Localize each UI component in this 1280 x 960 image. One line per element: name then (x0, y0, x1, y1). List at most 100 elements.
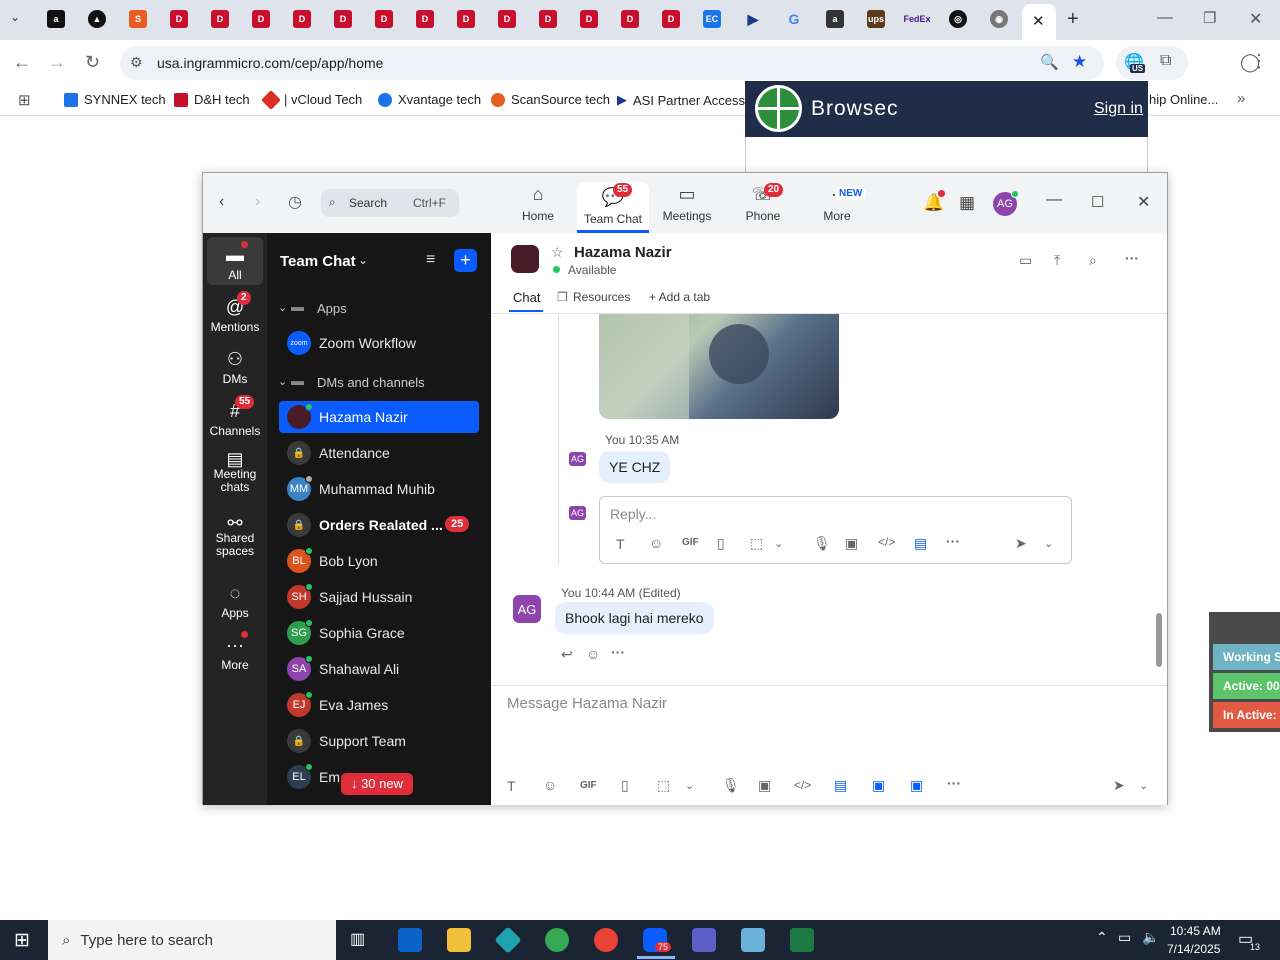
more-actions-icon[interactable]: ··· (611, 644, 625, 660)
app-icon[interactable]: ▣ (872, 777, 885, 794)
minimize-icon[interactable]: — (1157, 9, 1173, 27)
add-reaction-icon[interactable]: ☺ (586, 646, 600, 662)
app-icon[interactable]: ▤ (834, 777, 847, 794)
section-chevron-icon[interactable]: ⌄ (278, 375, 287, 388)
forward-icon[interactable]: › (255, 193, 260, 211)
send-icon[interactable]: ➤ (1113, 777, 1125, 794)
more-options-icon[interactable]: ··· (1125, 250, 1139, 266)
url-text[interactable]: usa.ingrammicro.com/cep/app/home (157, 55, 383, 71)
bookmark-dh[interactable]: D&H tech (174, 92, 250, 107)
compose-placeholder[interactable]: Message Hazama Nazir (507, 695, 667, 712)
tab-synnex-icon[interactable]: EC (703, 10, 721, 28)
app-icon[interactable]: ▤ (914, 535, 927, 552)
scrollbar-thumb[interactable] (1156, 613, 1162, 667)
bookmark-online[interactable]: hip Online... (1149, 92, 1218, 107)
list-item-sajjad-hussain[interactable]: SH Sajjad Hussain (279, 581, 479, 613)
user-avatar[interactable]: AG (993, 190, 1019, 216)
close-icon[interactable]: ✕ (1137, 192, 1150, 212)
app-icon[interactable]: ▣ (910, 777, 923, 794)
format-text-icon[interactable]: T (507, 778, 516, 794)
tab-asi-icon[interactable]: ▶ (744, 10, 762, 28)
more-icon[interactable]: ··· (947, 775, 961, 791)
back-icon[interactable]: ← (13, 52, 31, 73)
tab-chrome-icon[interactable]: ◉ (990, 10, 1008, 28)
tab-dh-icon[interactable]: D (498, 10, 516, 28)
chevron-down-icon[interactable]: ⌄ (685, 779, 694, 792)
tab-dh-icon[interactable]: D (334, 10, 352, 28)
subtab-add[interactable]: + Add a tab (649, 290, 710, 304)
clock-date[interactable]: 7/14/2025 (1167, 942, 1220, 956)
tab-phone[interactable]: ☏ Phone (739, 173, 787, 233)
windows-start-icon[interactable]: ⊞ (14, 929, 30, 952)
chevron-down-icon[interactable]: ⌄ (1139, 779, 1148, 792)
section-dms[interactable]: DMs and channels (317, 375, 425, 390)
rail-meeting-chats[interactable]: ▤ Meeting chats (207, 450, 263, 494)
chevron-down-icon[interactable]: ⌄ (358, 253, 368, 267)
video-call-icon[interactable]: ▭ (1019, 252, 1032, 269)
tab-dh-icon[interactable]: D (580, 10, 598, 28)
reload-icon[interactable]: ↻ (85, 52, 100, 73)
task-view-icon[interactable]: ▥ (350, 929, 365, 949)
rail-apps[interactable]: ◌ Apps (207, 583, 263, 620)
contact-name[interactable]: Hazama Nazir (574, 244, 672, 261)
back-icon[interactable]: ‹ (219, 193, 224, 211)
rail-shared-spaces[interactable]: ⚯ Shared spaces (207, 514, 263, 558)
tab-ups-icon[interactable]: ups (867, 10, 885, 28)
list-title[interactable]: Team Chat (280, 253, 356, 270)
more-icon[interactable]: ··· (946, 533, 960, 549)
address-bar[interactable]: ⚙ usa.ingrammicro.com/cep/app/home 🔍 ★ (120, 46, 1104, 80)
screenshot-icon[interactable]: ⬚ (750, 535, 763, 552)
new-chat-button[interactable]: + (454, 249, 477, 272)
rail-dms[interactable]: ⚇ DMs (207, 349, 263, 386)
emoji-icon[interactable]: ☺ (649, 535, 663, 551)
list-item-zoom-workflow[interactable]: zoom Zoom Workflow (279, 327, 479, 359)
list-item-muhammad-muhib[interactable]: MM Muhammad Muhib (279, 473, 479, 505)
tab-dh-icon[interactable]: D (416, 10, 434, 28)
tab-dh-icon[interactable]: D (457, 10, 475, 28)
microphone-icon[interactable]: 🎙 (722, 777, 740, 794)
code-icon[interactable]: </> (794, 778, 811, 792)
notepad-icon[interactable] (741, 928, 765, 952)
bookmark-xvantage[interactable]: Xvantage tech (378, 92, 481, 107)
microphone-icon[interactable]: 🎙 (813, 535, 831, 552)
image-attachment[interactable] (599, 314, 839, 419)
bookmark-star-icon[interactable]: ★ (1072, 52, 1087, 72)
teams-icon[interactable] (692, 928, 716, 952)
list-item-support-team[interactable]: 🔒 Support Team (279, 725, 479, 757)
tab-scansource-icon[interactable]: S (129, 10, 147, 28)
list-item-sophia-grace[interactable]: SG Sophia Grace (279, 617, 479, 649)
format-text-icon[interactable]: T (616, 536, 625, 552)
chevron-down-icon[interactable]: ⌄ (774, 537, 783, 550)
sign-in-link[interactable]: Sign in (1094, 100, 1143, 118)
section-chevron-icon[interactable]: ⌄ (278, 301, 287, 314)
tab-app-icon[interactable]: ▲ (88, 10, 106, 28)
history-icon[interactable]: ◷ (288, 192, 302, 212)
message-bubble[interactable]: Bhook lagi hai mereko (555, 602, 714, 634)
tab-dh-icon[interactable]: D (662, 10, 680, 28)
chevron-up-icon[interactable]: ⌃ (1096, 929, 1108, 946)
minimize-icon[interactable]: — (1046, 191, 1062, 209)
bookmark-synnex[interactable]: SYNNEX tech (64, 92, 166, 107)
message-bubble[interactable]: YE CHZ (599, 451, 671, 483)
tab-meetings[interactable]: ▭ Meetings (659, 173, 715, 233)
tab-dh-icon[interactable]: D (539, 10, 557, 28)
site-info-icon[interactable]: ⚙ (130, 54, 143, 71)
apps-grid-icon[interactable]: ⊞ (18, 91, 31, 109)
filter-icon[interactable]: ≡ (426, 251, 435, 269)
outlook-icon[interactable] (398, 928, 422, 952)
tab-amazon-icon[interactable]: a (47, 10, 65, 28)
tab-dh-icon[interactable]: D (293, 10, 311, 28)
emoji-icon[interactable]: ☺ (543, 777, 557, 793)
code-icon[interactable]: </> (878, 535, 895, 549)
bookmark-asi[interactable]: ▶ ASI Partner Access t... (617, 92, 745, 108)
tab-search-icon[interactable]: ⌄ (10, 10, 20, 24)
tab-home[interactable]: ⌂ Home (513, 173, 563, 233)
bookmark-scansource[interactable]: ScanSource tech (491, 92, 610, 107)
new-tab-icon[interactable]: + (1067, 8, 1079, 31)
active-tab[interactable]: ✕ (1022, 4, 1056, 40)
zoom-icon[interactable]: 🔍 (1040, 53, 1059, 71)
calendar-icon[interactable]: ▦ (959, 193, 975, 213)
tab-fedex-icon[interactable]: FedEx (904, 10, 931, 28)
active-status[interactable]: Active: 00 (1213, 673, 1280, 699)
restore-icon[interactable]: ❐ (1203, 9, 1216, 27)
